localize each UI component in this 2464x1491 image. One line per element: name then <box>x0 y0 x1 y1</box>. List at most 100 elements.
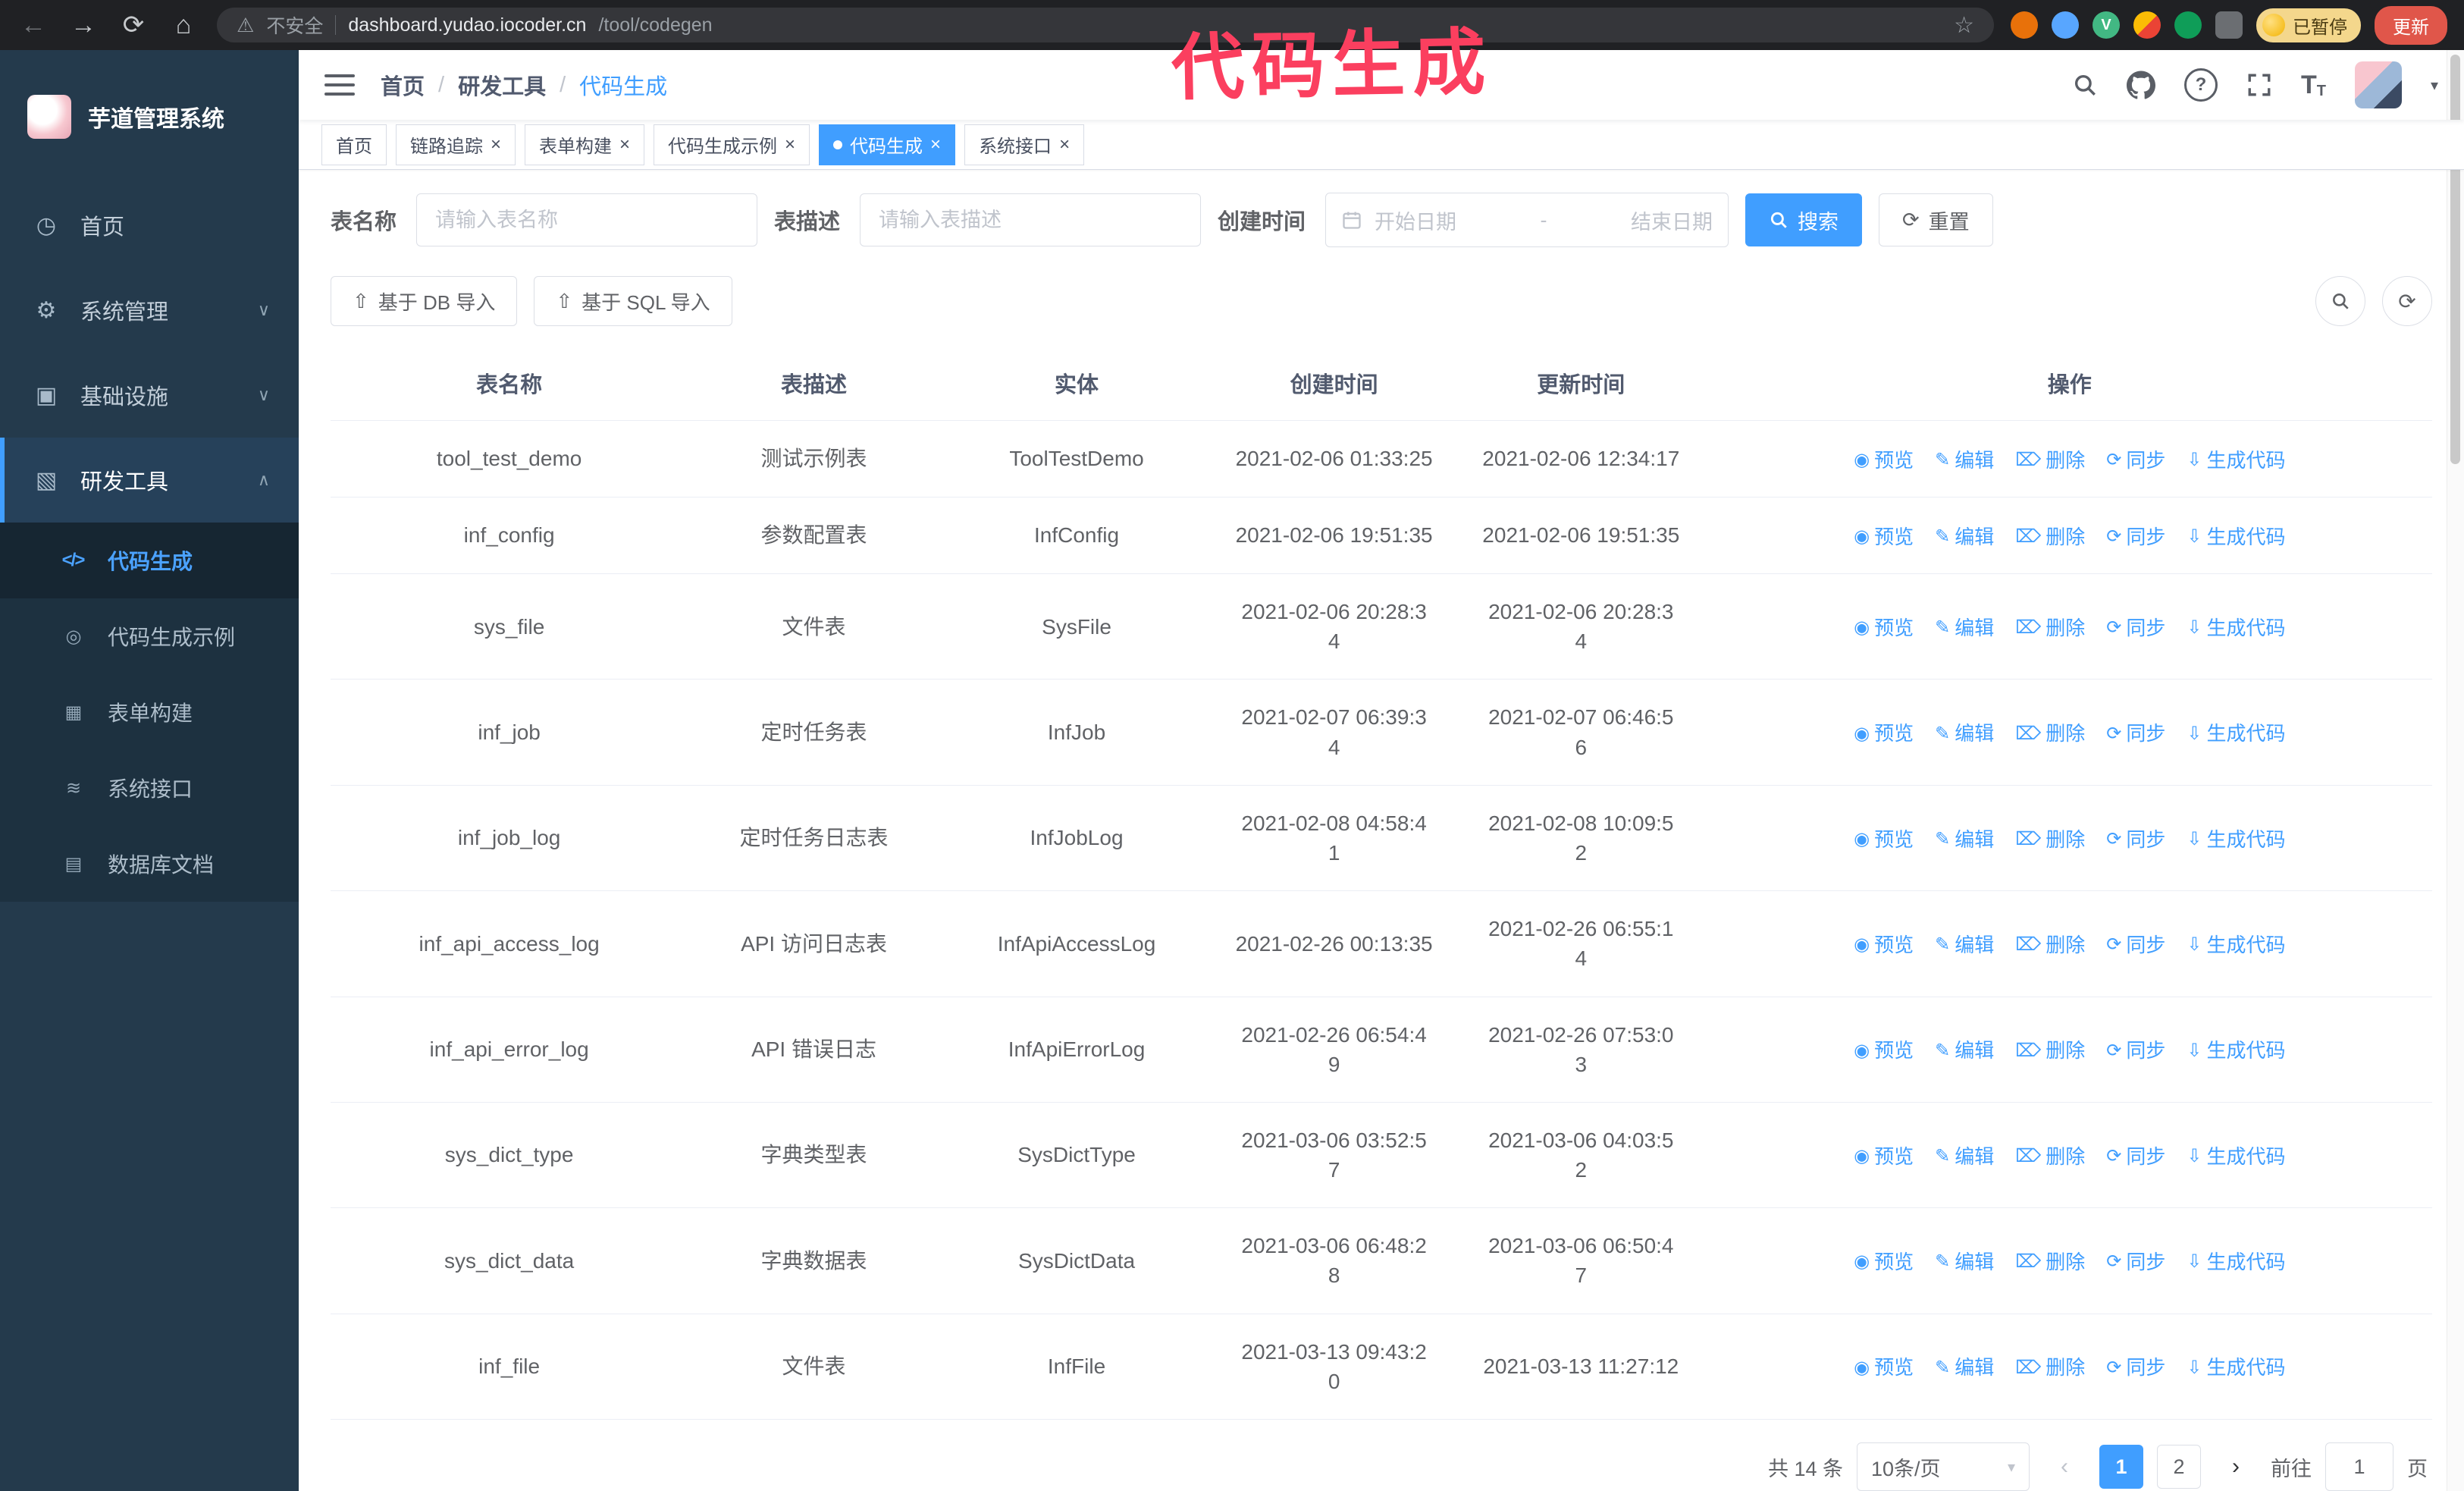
back-icon[interactable]: ← <box>17 11 50 40</box>
row-action-preview[interactable]: ◉ 预览 <box>1854 523 1914 551</box>
tag-codegen-demo[interactable]: 代码生成示例 × <box>654 124 810 165</box>
table-desc-input[interactable] <box>860 193 1202 246</box>
row-action-sync[interactable]: ⟳ 同步 <box>2106 1248 2165 1276</box>
browser-update-button[interactable]: 更新 <box>2375 5 2447 45</box>
row-action-delete[interactable]: ⌦ 删除 <box>2015 1037 2085 1064</box>
row-action-generate[interactable]: ⇩ 生成代码 <box>2187 826 2285 853</box>
sidebar-item-devtools[interactable]: ▧ 研发工具 ∧ <box>0 438 299 523</box>
breadcrumb-home[interactable]: 首页 <box>381 69 425 101</box>
row-action-delete[interactable]: ⌦ 删除 <box>2015 447 2085 474</box>
browser-profile-chip[interactable]: 已暂停 <box>2256 8 2361 42</box>
tag-api[interactable]: 系统接口 × <box>964 124 1085 165</box>
fullscreen-icon[interactable] <box>2246 72 2272 98</box>
tag-form-builder[interactable]: 表单构建 × <box>525 124 645 165</box>
tag-home[interactable]: 首页 <box>321 124 387 165</box>
row-action-delete[interactable]: ⌦ 删除 <box>2015 1354 2085 1381</box>
row-action-edit[interactable]: ✎ 编辑 <box>1935 523 1994 551</box>
row-action-sync[interactable]: ⟳ 同步 <box>2106 720 2165 747</box>
reload-icon[interactable]: ⟳ <box>117 10 150 40</box>
home-icon[interactable]: ⌂ <box>167 11 200 40</box>
sidebar-toggle-icon[interactable] <box>324 74 355 96</box>
row-action-sync[interactable]: ⟳ 同步 <box>2106 1037 2165 1064</box>
close-icon[interactable]: × <box>1059 135 1070 154</box>
forward-icon[interactable]: → <box>67 11 100 40</box>
row-action-preview[interactable]: ◉ 预览 <box>1854 614 1914 642</box>
row-action-delete[interactable]: ⌦ 删除 <box>2015 931 2085 959</box>
row-action-preview[interactable]: ◉ 预览 <box>1854 931 1914 959</box>
row-action-generate[interactable]: ⇩ 生成代码 <box>2187 614 2285 642</box>
close-icon[interactable]: × <box>930 135 941 154</box>
app-logo[interactable]: 芋道管理系统 <box>0 50 299 183</box>
row-action-preview[interactable]: ◉ 预览 <box>1854 1037 1914 1064</box>
tag-tracing[interactable]: 链路追踪 × <box>396 124 516 165</box>
row-action-preview[interactable]: ◉ 预览 <box>1854 1354 1914 1381</box>
breadcrumb-devtools[interactable]: 研发工具 <box>458 69 546 101</box>
goto-page-input[interactable] <box>2325 1442 2393 1491</box>
github-icon[interactable] <box>2126 71 2155 99</box>
close-icon[interactable]: × <box>619 135 630 154</box>
extensions-puzzle-icon[interactable] <box>2215 11 2243 39</box>
row-action-delete[interactable]: ⌦ 删除 <box>2015 614 2085 642</box>
prev-page-button[interactable]: ‹ <box>2043 1445 2086 1488</box>
row-action-sync[interactable]: ⟳ 同步 <box>2106 523 2165 551</box>
row-action-preview[interactable]: ◉ 预览 <box>1854 826 1914 853</box>
vue-devtools-icon[interactable]: V <box>2093 11 2120 39</box>
reset-button[interactable]: ⟳ 重置 <box>1879 193 1993 246</box>
row-action-sync[interactable]: ⟳ 同步 <box>2106 931 2165 959</box>
sidebar-item-form-builder[interactable]: ▦ 表单构建 <box>0 674 299 750</box>
close-icon[interactable]: × <box>785 135 795 154</box>
refresh-table-button[interactable]: ⟳ <box>2382 276 2432 326</box>
bookmark-star-icon[interactable]: ☆ <box>1954 12 1974 39</box>
row-action-generate[interactable]: ⇩ 生成代码 <box>2187 720 2285 747</box>
row-action-delete[interactable]: ⌦ 删除 <box>2015 720 2085 747</box>
sidebar-item-codegen[interactable]: </> 代码生成 <box>0 523 299 598</box>
row-action-sync[interactable]: ⟳ 同步 <box>2106 826 2165 853</box>
row-action-preview[interactable]: ◉ 预览 <box>1854 1143 1914 1170</box>
row-action-edit[interactable]: ✎ 编辑 <box>1935 1037 1994 1064</box>
row-action-edit[interactable]: ✎ 编辑 <box>1935 720 1994 747</box>
row-action-edit[interactable]: ✎ 编辑 <box>1935 1354 1994 1381</box>
row-action-preview[interactable]: ◉ 预览 <box>1854 720 1914 747</box>
row-action-generate[interactable]: ⇩ 生成代码 <box>2187 1248 2285 1276</box>
page-size-select[interactable]: 10条/页 ▾ <box>1857 1442 2030 1491</box>
row-action-sync[interactable]: ⟳ 同步 <box>2106 447 2165 474</box>
table-name-input[interactable] <box>416 193 758 246</box>
date-range-picker[interactable]: 开始日期 - 结束日期 <box>1325 193 1729 247</box>
row-action-generate[interactable]: ⇩ 生成代码 <box>2187 1143 2285 1170</box>
user-avatar[interactable] <box>2354 61 2402 109</box>
sidebar-item-codegen-demo[interactable]: ◎ 代码生成示例 <box>0 598 299 674</box>
extension-green-icon[interactable] <box>2174 11 2202 39</box>
row-action-edit[interactable]: ✎ 编辑 <box>1935 931 1994 959</box>
row-action-generate[interactable]: ⇩ 生成代码 <box>2187 931 2285 959</box>
row-action-generate[interactable]: ⇩ 生成代码 <box>2187 523 2285 551</box>
row-action-edit[interactable]: ✎ 编辑 <box>1935 1143 1994 1170</box>
row-action-delete[interactable]: ⌦ 删除 <box>2015 523 2085 551</box>
extension-orange-icon[interactable] <box>2011 11 2038 39</box>
user-menu-caret-icon[interactable]: ▾ <box>2431 76 2438 95</box>
row-action-sync[interactable]: ⟳ 同步 <box>2106 1354 2165 1381</box>
row-action-preview[interactable]: ◉ 预览 <box>1854 447 1914 474</box>
font-size-icon[interactable]: TT <box>2301 71 2326 100</box>
row-action-preview[interactable]: ◉ 预览 <box>1854 1248 1914 1276</box>
row-action-generate[interactable]: ⇩ 生成代码 <box>2187 1037 2285 1064</box>
sidebar-item-system[interactable]: ⚙ 系统管理 ∨ <box>0 268 299 353</box>
import-sql-button[interactable]: ⇧ 基于 SQL 导入 <box>534 276 732 326</box>
sidebar-item-home[interactable]: ◷ 首页 <box>0 183 299 268</box>
row-action-edit[interactable]: ✎ 编辑 <box>1935 614 1994 642</box>
row-action-edit[interactable]: ✎ 编辑 <box>1935 826 1994 853</box>
row-action-generate[interactable]: ⇩ 生成代码 <box>2187 1354 2285 1381</box>
extension-colorful-icon[interactable] <box>2133 11 2161 39</box>
row-action-generate[interactable]: ⇩ 生成代码 <box>2187 447 2285 474</box>
row-action-delete[interactable]: ⌦ 删除 <box>2015 826 2085 853</box>
close-icon[interactable]: × <box>491 135 501 154</box>
sidebar-item-db-doc[interactable]: ▤ 数据库文档 <box>0 826 299 902</box>
search-button[interactable]: 搜索 <box>1745 193 1863 246</box>
page-button-1[interactable]: 1 <box>2099 1445 2143 1489</box>
row-action-edit[interactable]: ✎ 编辑 <box>1935 447 1994 474</box>
tag-codegen[interactable]: 代码生成 × <box>819 124 956 165</box>
row-action-sync[interactable]: ⟳ 同步 <box>2106 1143 2165 1170</box>
page-button-2[interactable]: 2 <box>2157 1445 2201 1489</box>
sidebar-item-api[interactable]: ≋ 系统接口 <box>0 750 299 826</box>
row-action-edit[interactable]: ✎ 编辑 <box>1935 1248 1994 1276</box>
address-bar[interactable]: ⚠ 不安全 dashboard.yudao.iocoder.cn/tool/co… <box>217 8 1994 42</box>
